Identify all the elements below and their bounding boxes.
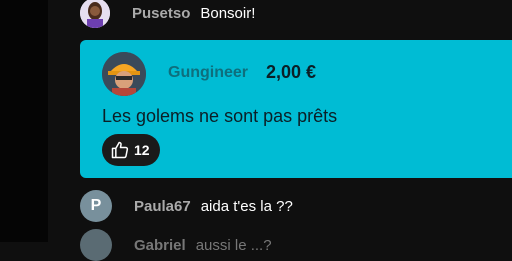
- superchat-message: Les golems ne sont pas prêts: [102, 106, 338, 126]
- superchat-amount: 2,00 €: [266, 62, 317, 82]
- like-count: 12: [134, 142, 150, 158]
- message-text: aussi le ...?: [195, 236, 272, 254]
- superchat-card[interactable]: Gungineer 2,00 € Les golems ne sont pas …: [80, 40, 512, 178]
- left-edge-panel: [0, 0, 48, 242]
- avatar[interactable]: P: [80, 190, 112, 222]
- avatar-image-icon: [80, 0, 110, 28]
- message-text: aida t'es la ??: [200, 197, 293, 215]
- hard-hat-avatar-icon: [102, 52, 146, 96]
- message-author[interactable]: Pusetso: [132, 5, 190, 22]
- avatar[interactable]: [102, 52, 146, 96]
- chat-message: P Paula67 aida t'es la ??: [80, 188, 293, 224]
- message-author[interactable]: Paula67: [134, 198, 191, 215]
- like-button[interactable]: 12: [102, 134, 160, 166]
- avatar-letter: P: [90, 197, 102, 214]
- chat-message: Gabriel aussi le ...?: [80, 229, 272, 261]
- chat-message: Pusetso Bonsoir!: [80, 0, 255, 28]
- avatar[interactable]: [80, 0, 110, 28]
- thumbs-up-icon: [111, 141, 129, 159]
- superchat-author[interactable]: Gungineer: [168, 64, 248, 82]
- message-text: Bonsoir!: [200, 4, 256, 22]
- message-author[interactable]: Gabriel: [134, 237, 186, 254]
- avatar[interactable]: [80, 229, 112, 261]
